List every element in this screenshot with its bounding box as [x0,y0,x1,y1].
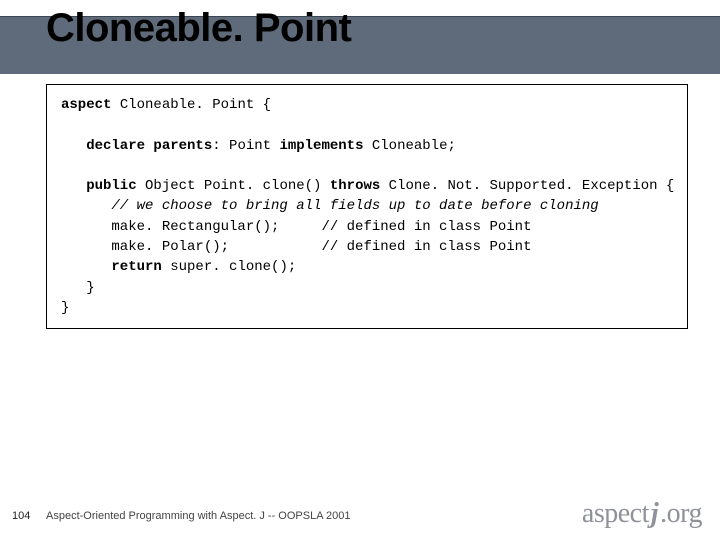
code-text: Cloneable; [363,138,455,154]
kw-throws: throws [330,178,380,194]
code-text: Cloneable. Point { [111,97,271,113]
footer-text: Aspect-Oriented Programming with Aspect.… [46,510,350,522]
kw-declare: declare parents [61,138,212,154]
code-text: : Point [212,138,279,154]
slide-root: Cloneable. Point aspect Cloneable. Point… [0,0,720,540]
code-text: Clone. Not. Supported. Exception { [380,178,674,194]
code-text: Object Point. clone() [137,178,330,194]
kw-public: public [61,178,137,194]
code-text: } [61,300,69,316]
code-comment: // we choose to bring all fields up to d… [61,198,599,214]
code-block: aspect Cloneable. Point { declare parent… [61,95,673,318]
slide-title: Cloneable. Point [46,6,351,51]
kw-implements: implements [279,138,363,154]
code-text: make. Rectangular(); // defined in class… [61,219,531,235]
code-text: super. clone(); [162,259,296,275]
logo-right: .org [660,498,702,529]
kw-return: return [61,259,162,275]
code-text: } [61,280,95,296]
code-box: aspect Cloneable. Point { declare parent… [46,84,688,329]
code-text: make. Polar(); // defined in class Point [61,239,531,255]
logo-left: aspect [582,498,649,529]
kw-aspect: aspect [61,97,111,113]
aspectj-logo: aspectj.org [582,498,702,530]
logo-j: j [649,498,660,529]
page-number: 104 [12,510,30,522]
